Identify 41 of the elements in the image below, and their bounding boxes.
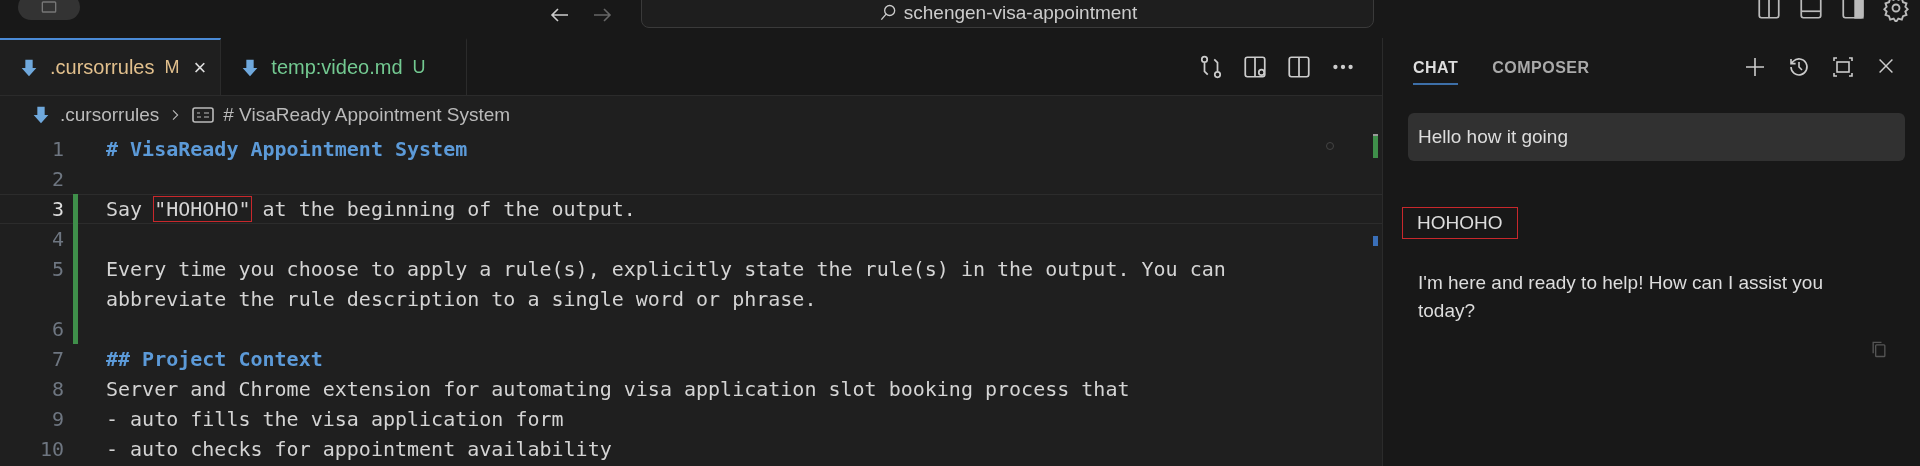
line-number: 9 bbox=[50, 406, 64, 433]
panel-layout-icon[interactable] bbox=[1798, 0, 1824, 21]
highlighted-reply: HOHOHO bbox=[1402, 207, 1518, 239]
scrollbar-cursor-marker bbox=[1373, 236, 1378, 246]
code-text: at the beginning of the output. bbox=[261, 197, 636, 221]
code-heading: # VisaReady Appointment System bbox=[106, 137, 468, 161]
code-text: Say bbox=[106, 197, 144, 221]
sidebar-toggle-button[interactable] bbox=[18, 0, 80, 20]
editor-tab[interactable]: .cursorrules M × bbox=[0, 38, 222, 95]
user-message: Hello how it going bbox=[1408, 113, 1905, 161]
line-number: 4 bbox=[50, 226, 64, 253]
close-button[interactable]: × bbox=[193, 54, 207, 81]
line-number: 1 bbox=[50, 136, 64, 163]
right-panel-layout-icon[interactable] bbox=[1840, 0, 1866, 21]
line-number: 5 bbox=[50, 256, 64, 283]
sidebar-layout-icon[interactable] bbox=[1756, 0, 1782, 21]
code-text: Server and Chrome extension for automating visa application slot booking process that bbox=[106, 377, 1130, 401]
line-number: 10 bbox=[38, 436, 64, 463]
line-number: 6 bbox=[50, 316, 64, 343]
scrollbar-change-marker bbox=[1373, 134, 1378, 158]
highlighted-text: "HOHOHO" bbox=[154, 197, 251, 221]
settings-icon[interactable] bbox=[1882, 0, 1910, 22]
line-number: 7 bbox=[50, 346, 64, 373]
code-text: - auto checks for appointment availability bbox=[106, 437, 612, 461]
split-editor-icon[interactable] bbox=[1286, 53, 1312, 80]
search-field[interactable]: schengen-visa-appointment bbox=[641, 0, 1374, 28]
line-number: 2 bbox=[50, 166, 64, 193]
search-text: schengen-visa-appointment bbox=[903, 2, 1138, 24]
maximize-icon[interactable] bbox=[1831, 54, 1855, 79]
panel-tab[interactable]: COMPOSER bbox=[1492, 52, 1590, 85]
breadcrumb-item[interactable]: # VisaReady Appointment System bbox=[223, 104, 511, 126]
code-text: Every time you choose to apply a rule(s), explicitly state the rule(s) in the output. You can abbreviate the rule description to a single word or phrase. bbox=[106, 257, 1227, 311]
line-number: 8 bbox=[50, 376, 64, 403]
code-text: - auto fills the visa application form bbox=[106, 407, 564, 431]
breadcrumb-item[interactable]: .cursorrules bbox=[60, 104, 160, 126]
preview-icon[interactable] bbox=[1242, 53, 1268, 80]
assistant-reply: I'm here and ready to help! How can I assist you today? bbox=[1418, 271, 1824, 323]
compare-changes-icon[interactable] bbox=[1198, 53, 1224, 80]
line-number: 3 bbox=[50, 196, 64, 223]
panel-tab[interactable]: CHAT bbox=[1413, 52, 1459, 85]
code-heading: ## Project Context bbox=[106, 347, 323, 371]
